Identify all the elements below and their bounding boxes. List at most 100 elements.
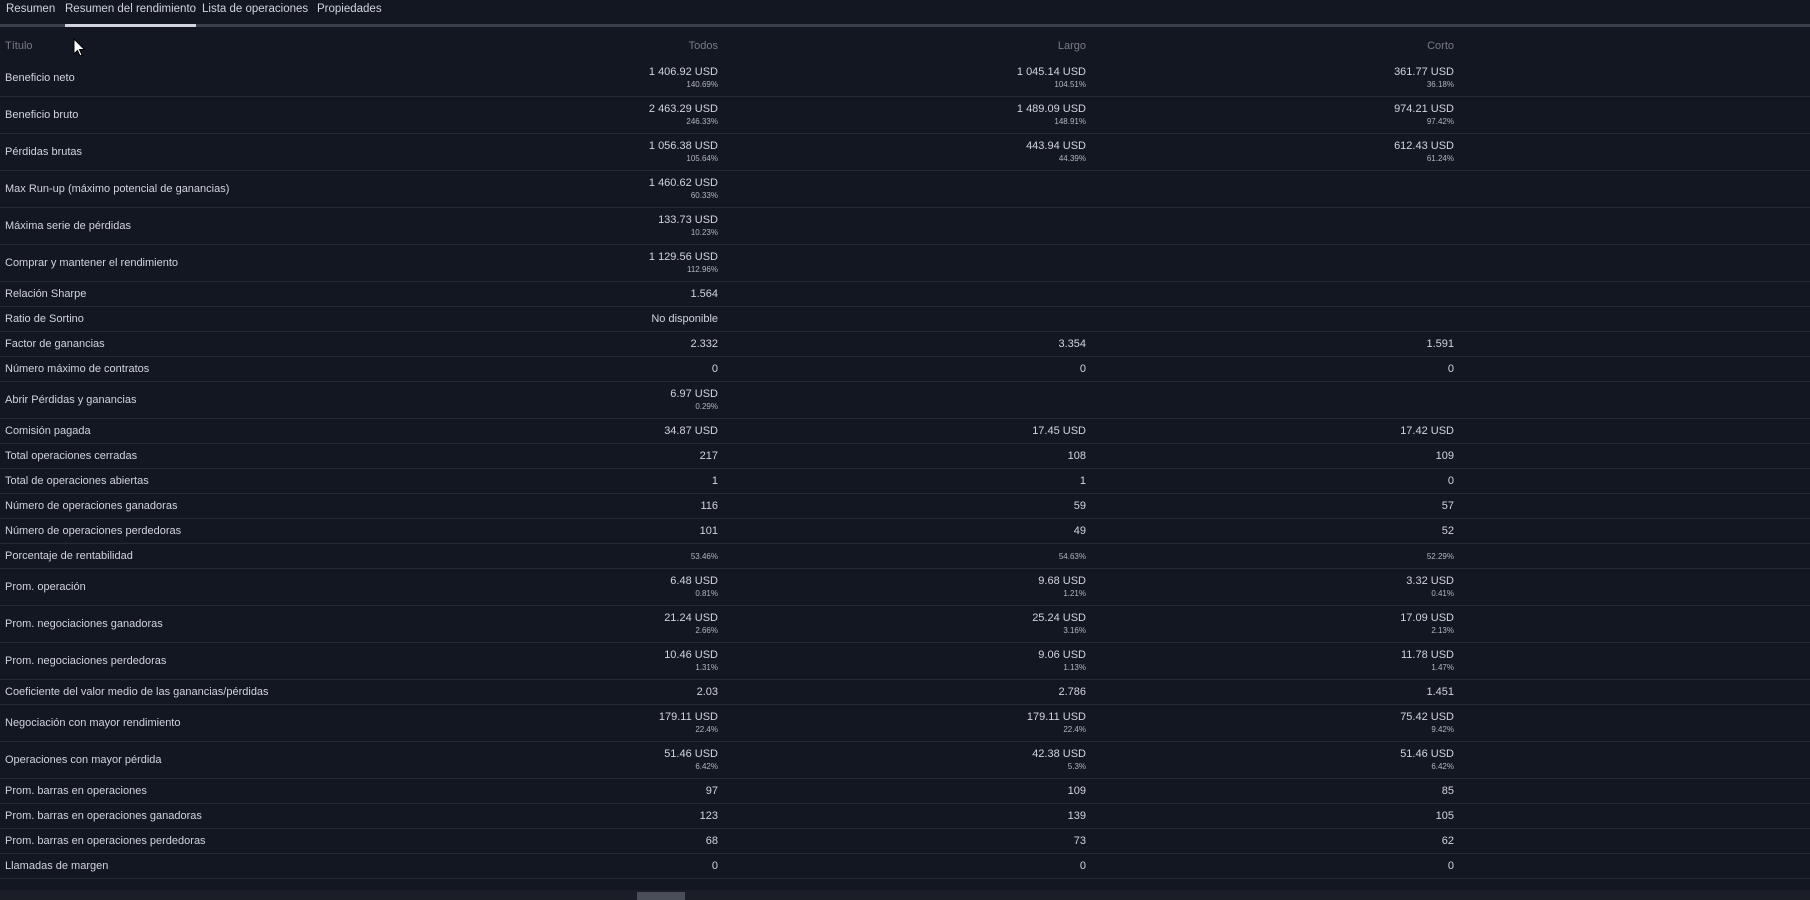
cell-all: 97 [418,779,718,803]
cell-all: 1 129.56 USD 112.96% [418,245,718,281]
cell-all: 179.11 USD 22.4% [418,705,718,741]
cell-long: 73 [786,829,1086,853]
row-title: Prom. negociaciones perdedoras [5,655,167,667]
strategy-tester-panel: Resumen Resumen del rendimiento Lista de… [0,0,1810,900]
cell-short: 51.46 USD 6.42% [1154,742,1454,778]
cell-value: 443.94 USD [1026,139,1086,152]
header-title[interactable]: Título [5,30,33,60]
header-long-label: Largo [1057,40,1086,52]
cell-value: 179.11 USD [658,710,718,723]
cell-long: 0 [786,854,1086,878]
cell-percent: 60.33% [690,190,718,200]
table-row: Prom. barras en operaciones perdedoras 68… [0,829,1810,854]
cell-value: 49 [1073,524,1086,537]
tab-properties[interactable]: Propiedades [317,3,382,23]
table-row: Beneficio bruto 2 463.29 USD 246.33% 1 489.… [0,97,1810,134]
cell-value: 612.43 USD [1394,139,1454,152]
row-title: Total de operaciones abiertas [5,475,149,487]
cell-value: 6.97 USD [670,387,718,400]
cell-short: 0 [1154,469,1454,493]
cell-all: 123 [418,804,718,828]
cell-value: 123 [699,809,718,822]
cell-value: 1.451 [1426,685,1454,698]
table-row: Porcentaje de rentabilidad 53.46% 54.63% 52… [0,544,1810,569]
row-title: Operaciones con mayor pérdida [5,754,162,766]
cell-short: 109 [1154,444,1454,468]
cell-all: 51.46 USD 6.42% [418,742,718,778]
table-row: Comprar y mantener el rendimiento 1 129.5… [0,245,1810,282]
table-row: Max Run-up (máximo potencial de ganancia… [0,171,1810,208]
tab-trade-list[interactable]: Lista de operaciones [202,3,308,23]
cell-percent: 61.24% [1426,153,1454,163]
cell-percent: 22.4% [695,724,718,734]
cell-value: 68 [705,834,718,847]
tab-performance-summary[interactable]: Resumen del rendimiento [65,3,197,27]
cell-percent: 9.42% [1431,724,1454,734]
cell-all: 1 406.92 USD 140.69% [418,60,718,96]
header-all[interactable]: Todos [418,30,718,60]
cell-short: 62 [1154,829,1454,853]
cell-value: 105 [1435,809,1454,822]
cell-short: 17.42 USD [1154,419,1454,443]
cell-long: 0 [786,357,1086,381]
cell-value: 116 [700,499,718,512]
scrollbar-thumb[interactable] [637,892,685,900]
cell-long: 443.94 USD 44.39% [786,134,1086,170]
cell-all: 0 [418,357,718,381]
cell-all: 2.03 [418,680,718,704]
cell-percent: 53.46% [690,551,718,561]
cell-percent: 105.64% [686,153,718,163]
row-title: Beneficio neto [5,72,75,84]
tab-summary[interactable]: Resumen [6,3,55,23]
header-long[interactable]: Largo [786,30,1086,60]
table-row: Máxima serie de pérdidas 133.73 USD 10.23% [0,208,1810,245]
cell-value: 6.48 USD [670,574,718,587]
cell-value: 0 [1447,859,1454,872]
cell-value: 17.45 USD [1032,424,1086,437]
horizontal-scrollbar[interactable] [0,890,1810,900]
cell-value: 97 [705,784,718,797]
cell-value: 75.42 USD [1400,710,1454,723]
cell-long: 9.68 USD 1.21% [786,569,1086,605]
row-title: Beneficio bruto [5,109,79,121]
table-row: Número de operaciones ganadoras 116 59 57 [0,494,1810,519]
cell-all: No disponible [418,307,718,331]
cell-all: 6.97 USD 0.29% [418,382,718,418]
row-title: Negociación con mayor rendimiento [5,717,181,729]
cell-short: 11.78 USD 1.47% [1154,643,1454,679]
table-row: Coeficiente del valor medio de las ganan… [0,680,1810,705]
cell-percent: 1.31% [695,662,718,672]
table-header: Título Todos Largo Corto [0,30,1810,60]
cell-long: 17.45 USD [786,419,1086,443]
row-title: Llamadas de margen [5,860,109,872]
cell-value: 21.24 USD [664,611,718,624]
table-row: Comisión pagada 34.87 USD 17.45 USD 17.42 U… [0,419,1810,444]
table-row: Número máximo de contratos 0 0 0 [0,357,1810,382]
cell-all: 1 056.38 USD 105.64% [418,134,718,170]
cell-value: 25.24 USD [1032,611,1086,624]
cell-long: 25.24 USD 3.16% [786,606,1086,642]
cell-percent: 36.18% [1426,79,1454,89]
row-title: Factor de ganancias [5,338,105,350]
cell-all: 10.46 USD 1.31% [418,643,718,679]
cell-value: 1 489.09 USD [1016,102,1086,115]
cell-short: 17.09 USD 2.13% [1154,606,1454,642]
cell-value: 57 [1441,499,1454,512]
cell-value: 2 463.29 USD [648,102,718,115]
cell-value: 1 [1079,474,1086,487]
cell-value: 0 [1447,362,1454,375]
cell-value: 974.21 USD [1394,102,1454,115]
table-row: Llamadas de margen 0 0 0 [0,854,1810,879]
cell-percent: 5.3% [1067,761,1086,771]
table-row: Ratio de Sortino No disponible [0,307,1810,332]
cell-percent: 22.4% [1063,724,1086,734]
row-title: Porcentaje de rentabilidad [5,550,133,562]
table-body: Beneficio neto 1 406.92 USD 140.69% 1 045.1… [0,60,1810,879]
cell-long: 1 [786,469,1086,493]
cell-value: 101 [699,524,718,537]
cell-short: 75.42 USD 9.42% [1154,705,1454,741]
header-short[interactable]: Corto [1154,30,1454,60]
cell-short: 1.591 [1154,332,1454,356]
table-row: Prom. negociaciones perdedoras 10.46 USD 1… [0,643,1810,680]
table-row: Total de operaciones abiertas 1 1 0 [0,469,1810,494]
